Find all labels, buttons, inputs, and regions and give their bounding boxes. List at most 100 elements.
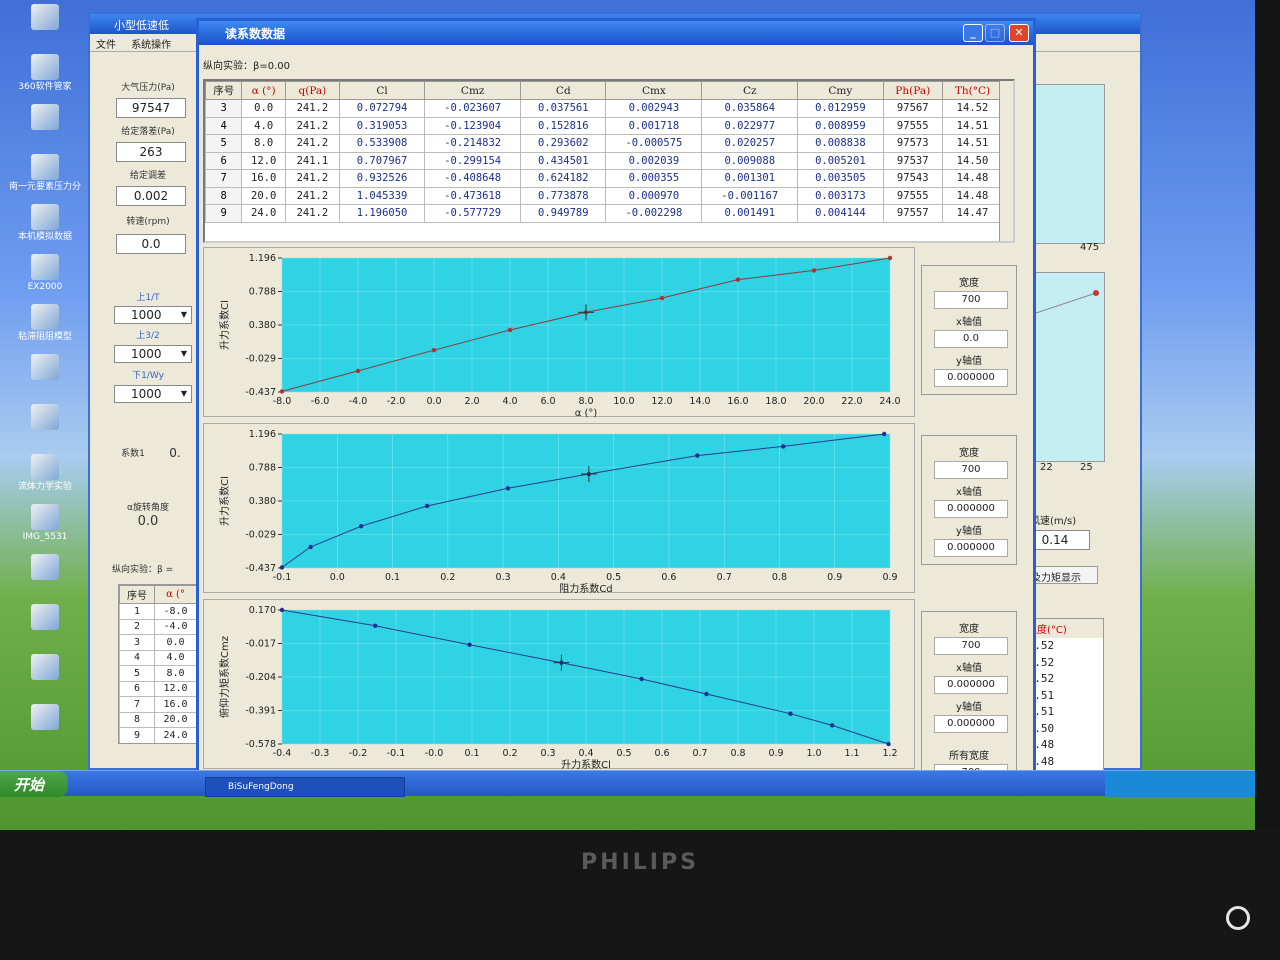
diff-value: 263	[116, 142, 186, 162]
menu-file[interactable]: 文件	[96, 40, 116, 51]
column-header[interactable]: Cmz	[424, 81, 522, 100]
small-table-cell: 0.0	[154, 634, 197, 651]
maximize-button[interactable]: □	[985, 24, 1005, 42]
coefficient-data-window: 读系数数据 _ □ ✕ 纵向实验：β=0.00 序号 α (°) q(Pa) Cl Cm…	[196, 18, 1036, 794]
x-axis-label: α (°)	[575, 408, 598, 418]
table-cell: 241.2	[284, 116, 340, 135]
y-tick-label: -0.437	[245, 387, 276, 398]
table-row[interactable]: 5 8.0 241.2 0.533908 -0.214832 0.293602 -0.000…	[205, 134, 1004, 153]
table-cell: 241.1	[284, 151, 340, 170]
column-header[interactable]: q(Pa)	[284, 81, 340, 100]
y-tick-label: -0.391	[245, 706, 276, 717]
data-point	[788, 711, 793, 716]
chart-cl-alpha[interactable]: -8.0 -6.0 -4.0 -2.0 0.0 2.0 4.0 6.0 8.0 10.0 12.0 1…	[203, 247, 915, 419]
column-header[interactable]: Cl	[338, 81, 426, 100]
width-input-1[interactable]: 700	[934, 291, 1008, 309]
table-cell: -0.473618	[424, 186, 522, 205]
table-cell: 0.022977	[701, 116, 799, 135]
desktop-icon[interactable]	[2, 354, 88, 382]
table-row[interactable]: 6 12.0 241.1 0.707967 -0.299154 0.434501 0.002…	[205, 151, 1004, 170]
dropdown-2[interactable]: 1000	[114, 345, 192, 363]
chart-cmz-cl[interactable]: -0.4 -0.3 -0.2 -0.1 -0.0 0.1 0.2 0.3 0.4 0.5 0.6 0.…	[203, 599, 915, 771]
x-tick-label: 1.2	[882, 748, 897, 759]
x-value-1: 0.0	[934, 330, 1008, 348]
pressure-label: 大气压力(Pa)	[121, 83, 175, 93]
desktop-icon[interactable]	[2, 4, 88, 32]
table-cell: 0.008838	[797, 134, 884, 153]
desktop-icon[interactable]: 流体力学实验	[2, 454, 88, 492]
y-tick-label: -0.437	[245, 563, 276, 574]
taskbar-item[interactable]: BiSuFengDong	[205, 777, 405, 797]
small-table-cell: 12.0	[154, 680, 197, 697]
y-value-1: 0.000000	[934, 369, 1008, 387]
table-cell: 24.0	[241, 204, 286, 223]
table-row[interactable]: 3 0.0 241.2 0.072794 -0.023607 0.037561 0.0029…	[205, 99, 1004, 118]
desktop-icon[interactable]	[2, 104, 88, 132]
minimize-button[interactable]: _	[963, 24, 983, 42]
data-point	[373, 623, 378, 628]
table-cell: 8	[205, 186, 243, 205]
table-scrollbar[interactable]	[999, 81, 1013, 241]
x-tick-label: 0.3	[496, 572, 511, 583]
desktop-icon[interactable]: IMG_5531	[2, 504, 88, 542]
desktop-icon[interactable]: EX2000	[2, 254, 88, 292]
table-cell: 0.000355	[605, 169, 703, 188]
table-row[interactable]: 7 16.0 241.2 0.932526 -0.408648 0.624182 0.000…	[205, 169, 1004, 188]
power-button-icon[interactable]	[1226, 906, 1250, 930]
dropdown-3[interactable]: 1000	[114, 385, 192, 403]
table-cell: 16.0	[241, 169, 286, 188]
data-point	[659, 295, 665, 301]
close-button[interactable]: ✕	[1009, 24, 1029, 42]
column-header[interactable]: Cd	[520, 81, 607, 100]
width-input-2[interactable]: 700	[934, 461, 1008, 479]
desktop-icon[interactable]	[2, 654, 88, 682]
desktop-icon[interactable]: 本机模拟数据	[2, 204, 88, 242]
desktop-icon[interactable]: 南一元要素压力分	[2, 154, 88, 192]
bg-axis-max: 475	[1080, 242, 1100, 253]
taskbar: 开始 BiSuFengDong	[0, 770, 1255, 797]
table-row[interactable]: 9 24.0 241.2 1.196050 -0.577729 0.949789 -0.00…	[205, 204, 1004, 223]
adjust-value[interactable]: 0.002	[116, 186, 186, 206]
x-tick-label: 0.9	[882, 572, 897, 583]
data-point	[358, 523, 364, 529]
desktop-icon-label: 本机模拟数据	[17, 232, 72, 242]
x-tick-label: 0.3	[540, 748, 555, 759]
table-cell: 0.003505	[797, 169, 884, 188]
column-header[interactable]: Th(°C)	[941, 81, 1004, 100]
width-input-3[interactable]: 700	[934, 637, 1008, 655]
desktop-icon[interactable]	[2, 704, 88, 732]
column-header[interactable]: Cmx	[605, 81, 703, 100]
menu-system[interactable]: 系统操作	[131, 40, 171, 51]
column-header[interactable]: Cmy	[797, 81, 884, 100]
desktop-icon[interactable]: 粘滞阻阻模型	[2, 304, 88, 342]
data-point	[467, 642, 472, 647]
x-tick-label: 20.0	[803, 396, 824, 407]
small-table-cell: 8	[119, 711, 156, 728]
column-header[interactable]: 序号	[205, 81, 243, 100]
table-cell: 0.004144	[797, 204, 884, 223]
width-label-1: 宽度	[959, 278, 979, 289]
x-tick-label: 16.0	[727, 396, 748, 407]
desktop-icon[interactable]	[2, 404, 88, 432]
column-header[interactable]: α (°)	[241, 81, 286, 100]
table-row[interactable]: 8 20.0 241.2 1.045339 -0.473618 0.773878 0.000…	[205, 186, 1004, 205]
column-header[interactable]: Cz	[701, 81, 799, 100]
small-table-row: 7 16.0	[119, 696, 197, 713]
coefficient-table[interactable]: 序号 α (°) q(Pa) Cl Cmz Cd Cmx Cz Cmy Ph(Pa) Th(°C) 3…	[203, 79, 1015, 243]
table-cell: 0.434501	[520, 151, 607, 170]
dropdown-1[interactable]: 1000	[114, 306, 192, 324]
column-header[interactable]: Ph(Pa)	[882, 81, 943, 100]
desktop-icon[interactable]	[2, 554, 88, 582]
chart-cl-cd[interactable]: -0.1 0.0 0.1 0.2 0.3 0.4 0.5 0.6 0.7 0.8 0.9 0.9 1.1…	[203, 423, 915, 595]
adjust-label: 给定调差	[129, 171, 166, 181]
x-tick-label: -4.0	[349, 396, 368, 407]
table-row[interactable]: 4 4.0 241.2 0.319053 -0.123904 0.152816 0.0017…	[205, 116, 1004, 135]
start-button[interactable]: 开始	[0, 771, 68, 797]
y-label-3: y轴值	[956, 702, 982, 713]
pressure-value: 97547	[116, 98, 186, 118]
desktop-icon[interactable]: 360软件管家	[2, 54, 88, 92]
desktop-icon-label: 南一元要素压力分	[8, 182, 81, 192]
desktop-icon[interactable]	[2, 604, 88, 632]
desktop-icon-label: 流体力学实验	[17, 482, 72, 492]
small-table-cell: 6	[119, 680, 156, 697]
